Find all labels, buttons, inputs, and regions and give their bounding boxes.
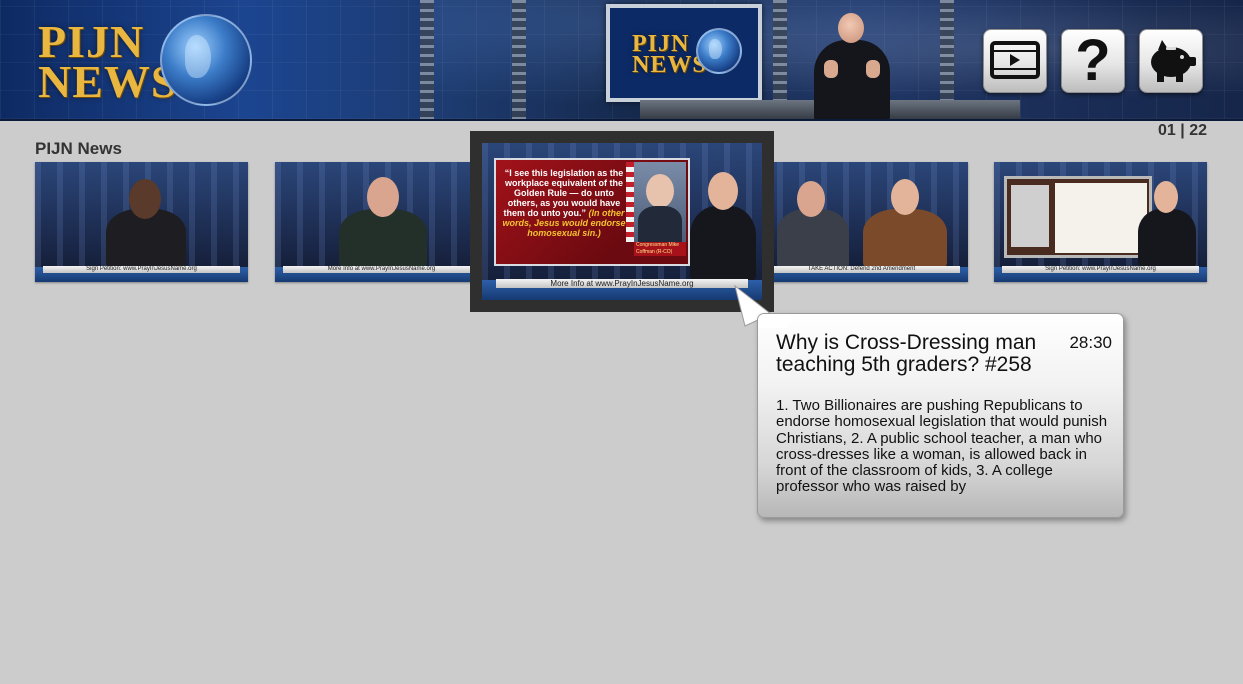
news-anchor bbox=[808, 10, 898, 119]
question-mark-icon: ? bbox=[1075, 28, 1111, 93]
thumbnail-person bbox=[773, 175, 853, 267]
portrait-caption: Congressman Mike Coffman (R-CO) bbox=[634, 242, 686, 256]
video-thumbnail-selected[interactable]: “I see this legislation as the workplace… bbox=[470, 131, 774, 312]
video-info-tooltip: Why is Cross-Dressing man teaching 5th g… bbox=[757, 313, 1124, 518]
monitor-logo-line-2: NEWS bbox=[632, 51, 707, 78]
donate-button[interactable] bbox=[1139, 29, 1203, 93]
video-thumbnail[interactable]: More Info at www.PrayInJesusName.org bbox=[275, 162, 488, 282]
thumbnail-person bbox=[688, 162, 758, 280]
video-title: Why is Cross-Dressing man teaching 5th g… bbox=[776, 331, 1037, 376]
video-thumbnail[interactable]: Sign Petition: www.PrayInJesusName.org bbox=[994, 162, 1207, 282]
anchor-head bbox=[838, 13, 864, 43]
ticker-text: Sign Petition: www.PrayInJesusName.org bbox=[1002, 266, 1199, 273]
ticker-text: More Info at www.PrayInJesusName.org bbox=[283, 266, 480, 273]
video-thumbnail[interactable]: Sign Petition: www.PrayInJesusName.org bbox=[35, 162, 248, 282]
video-thumbnail[interactable]: TAKE ACTION: Defend 2nd Amendment bbox=[755, 162, 968, 282]
anchor-body bbox=[814, 40, 890, 119]
logo-line-2: NEWS bbox=[38, 55, 178, 107]
anchor-hand bbox=[866, 60, 880, 78]
thumbnail-person bbox=[333, 175, 433, 267]
section-title: PIJN News bbox=[35, 139, 122, 158]
globe-icon bbox=[160, 14, 252, 106]
thumbnail-person bbox=[1134, 175, 1200, 267]
header-banner: PIJN NEWS PIJN NEWS ? bbox=[0, 0, 1243, 121]
ticker-text: More Info at www.PrayInJesusName.org bbox=[496, 279, 748, 288]
ticker-text: Sign Petition: www.PrayInJesusName.org bbox=[43, 266, 240, 273]
anchor-hand bbox=[824, 60, 838, 78]
video-player-icon bbox=[990, 41, 1040, 79]
quote-text: “I see this legislation as the workplace… bbox=[500, 168, 628, 238]
video-description: 1. Two Billionaires are pushing Republic… bbox=[776, 398, 1108, 496]
selected-thumbnail-image: “I see this legislation as the workplace… bbox=[482, 143, 762, 300]
studio-monitor: PIJN NEWS bbox=[606, 4, 762, 102]
quote-graphic: “I see this legislation as the workplace… bbox=[494, 158, 690, 266]
help-button[interactable]: ? bbox=[1061, 29, 1125, 93]
congressman-portrait bbox=[634, 162, 686, 242]
studio-truss bbox=[420, 0, 434, 119]
videos-button[interactable] bbox=[983, 29, 1047, 93]
thumbnail-person bbox=[101, 177, 191, 267]
whiteboard-panel bbox=[1004, 176, 1152, 258]
globe-icon bbox=[696, 28, 742, 74]
video-duration: 28:30 bbox=[1069, 333, 1112, 352]
page-counter: 01 | 22 bbox=[1158, 122, 1207, 139]
piggy-bank-icon bbox=[1151, 40, 1196, 82]
monitor-logo: PIJN NEWS bbox=[632, 32, 707, 78]
ticker-text: TAKE ACTION: Defend 2nd Amendment bbox=[763, 266, 960, 273]
thumbnail-person bbox=[857, 175, 953, 267]
pijn-news-logo: PIJN NEWS bbox=[38, 19, 178, 107]
studio-truss bbox=[512, 0, 526, 119]
tooltip-seam bbox=[758, 314, 788, 328]
